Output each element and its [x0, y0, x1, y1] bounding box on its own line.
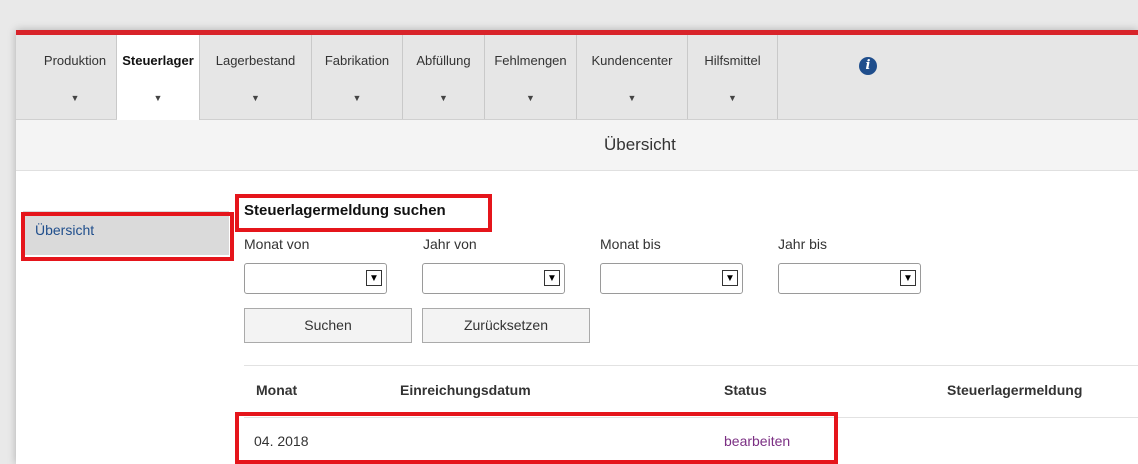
- chevron-down-icon: ▼: [366, 270, 382, 286]
- column-header-status: Status: [724, 382, 767, 398]
- highlight-box: [235, 412, 838, 464]
- tab-produktion[interactable]: Produktion ▼: [34, 35, 117, 119]
- tab-label: Abfüllung: [416, 53, 471, 68]
- main-nav: Produktion ▼ Steuerlager ▼ Lagerbestand …: [16, 35, 1138, 120]
- tab-abfuellung[interactable]: Abfüllung ▼: [403, 35, 485, 119]
- search-button[interactable]: Suchen: [244, 308, 412, 343]
- highlight-box: [235, 194, 492, 232]
- tab-lagerbestand[interactable]: Lagerbestand ▼: [200, 35, 312, 119]
- chevron-down-icon: ▼: [439, 93, 448, 103]
- tab-hilfsmittel[interactable]: Hilfsmittel ▼: [688, 35, 778, 119]
- tab-steuerlager[interactable]: Steuerlager ▼: [117, 35, 200, 120]
- chevron-down-icon: ▼: [900, 270, 916, 286]
- column-header-steuerlagermeldung: Steuerlagermeldung: [947, 382, 1083, 398]
- tab-kundencenter[interactable]: Kundencenter ▼: [577, 35, 688, 119]
- tab-label: Kundencenter: [591, 53, 673, 68]
- page-title: Übersicht: [604, 135, 676, 154]
- chevron-down-icon: ▼: [728, 93, 737, 103]
- jahr-bis-select[interactable]: ▼: [778, 263, 921, 294]
- tab-label: Steuerlager: [122, 53, 194, 68]
- field-label-jahr-von: Jahr von: [423, 236, 477, 252]
- monat-bis-select[interactable]: ▼: [600, 263, 743, 294]
- chevron-down-icon: ▼: [544, 270, 560, 286]
- tab-label: Lagerbestand: [215, 53, 296, 68]
- chevron-down-icon: ▼: [153, 93, 163, 103]
- tab-label: Fabrikation: [324, 53, 390, 68]
- monat-von-select[interactable]: ▼: [244, 263, 387, 294]
- highlight-box: [21, 212, 234, 261]
- info-icon[interactable]: i: [859, 57, 877, 75]
- chevron-down-icon: ▼: [251, 93, 260, 103]
- app-window: Produktion ▼ Steuerlager ▼ Lagerbestand …: [16, 30, 1138, 464]
- field-label-jahr-bis: Jahr bis: [778, 236, 828, 252]
- tab-fehlmengen[interactable]: Fehlmengen ▼: [485, 35, 577, 119]
- reset-button[interactable]: Zurücksetzen: [422, 308, 590, 343]
- chevron-down-icon: ▼: [526, 93, 535, 103]
- column-header-einreichungsdatum: Einreichungsdatum: [400, 382, 531, 398]
- field-label-monat-von: Monat von: [244, 236, 310, 252]
- chevron-down-icon: ▼: [722, 270, 738, 286]
- column-header-monat: Monat: [256, 382, 298, 398]
- chevron-down-icon: ▼: [70, 93, 80, 103]
- tab-label: Fehlmengen: [494, 53, 567, 68]
- page-title-bar: Übersicht: [16, 120, 1138, 171]
- chevron-down-icon: ▼: [627, 93, 637, 103]
- tab-label: Hilfsmittel: [704, 53, 761, 68]
- tab-label: Produktion: [43, 53, 107, 68]
- field-label-monat-bis: Monat bis: [600, 236, 661, 252]
- tab-fabrikation[interactable]: Fabrikation ▼: [312, 35, 403, 119]
- chevron-down-icon: ▼: [352, 93, 362, 103]
- divider: [244, 365, 1138, 366]
- jahr-von-select[interactable]: ▼: [422, 263, 565, 294]
